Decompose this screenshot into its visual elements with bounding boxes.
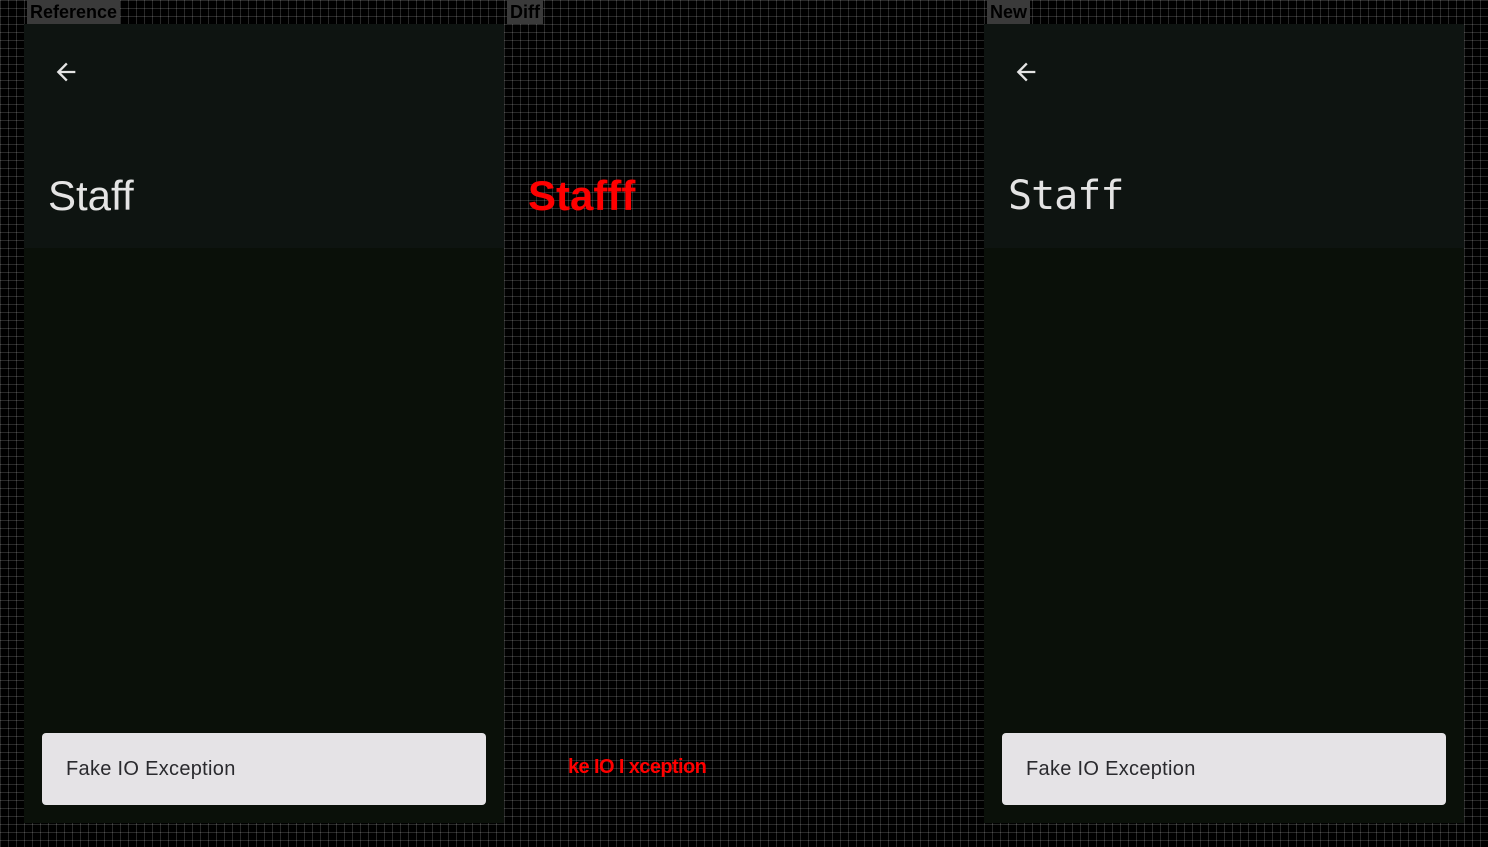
arrow-back-icon xyxy=(1016,62,1036,82)
new-label: New xyxy=(987,0,1031,24)
back-button[interactable] xyxy=(1004,50,1048,94)
arrow-back-icon xyxy=(56,62,76,82)
reference-label: Reference xyxy=(27,0,121,24)
back-button[interactable] xyxy=(44,50,88,94)
snackbar: Fake IO Exception xyxy=(42,733,486,805)
reference-panel: Staff Fake IO Exception xyxy=(24,24,504,823)
diff-snackbar-text: ke IO I xception xyxy=(568,756,707,778)
snackbar: Fake IO Exception xyxy=(1002,733,1446,805)
new-screen: Staff Fake IO Exception xyxy=(984,24,1464,823)
diff-title: Stafff xyxy=(528,172,636,219)
page-title: Staff xyxy=(1008,173,1124,219)
snackbar-message: Fake IO Exception xyxy=(1026,757,1196,780)
snackbar-message: Fake IO Exception xyxy=(66,757,236,780)
diff-label: Diff xyxy=(507,0,543,24)
new-panel: Staff Fake IO Exception xyxy=(984,24,1464,823)
page-title: Staff xyxy=(48,172,134,219)
reference-screen: Staff Fake IO Exception xyxy=(24,24,504,823)
diff-panel: Stafff ke IO I xception xyxy=(504,24,984,823)
